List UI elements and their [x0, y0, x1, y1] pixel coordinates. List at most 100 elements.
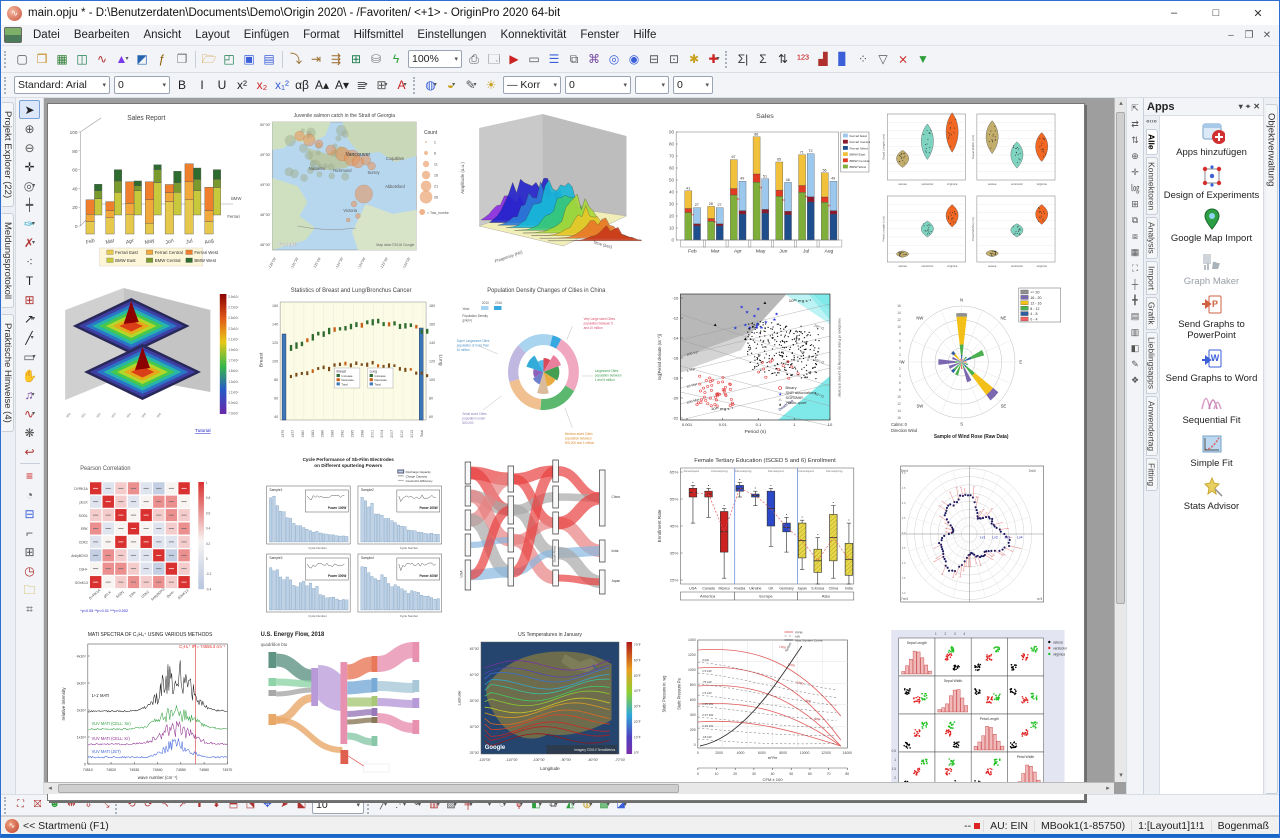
menu-einfügen[interactable]: Einfügen — [237, 27, 296, 43]
import-wizard-icon[interactable]: ⤵ — [286, 50, 306, 69]
app-item-graph-maker[interactable]: Graph Maker — [1162, 249, 1261, 288]
line-style-combo[interactable]: — Korr▾ — [503, 76, 561, 94]
folder-export-icon[interactable]: 🗀 — [19, 580, 40, 599]
worksheet-query-icon[interactable]: ⊟ — [644, 50, 664, 69]
increase-font-icon[interactable]: A▴ — [312, 76, 332, 95]
status-start-menu[interactable]: << Startmenü (F1) — [23, 820, 109, 832]
thumbnail-polar-dots[interactable]: Lv1Lv2Lv3Lv45π/43π/47π/4π/45.04.54.03.53… — [874, 452, 1069, 622]
insert-sparkline-icon[interactable]: ∿▾ — [19, 404, 40, 423]
status-active-layout[interactable]: 1:[Layout1]1!1 — [1131, 820, 1211, 832]
color-scale-icon[interactable]: ▥ — [1128, 324, 1143, 340]
menu-fenster[interactable]: Fenster — [573, 27, 626, 43]
new-project-icon[interactable]: ▢ — [12, 50, 32, 69]
histogram-icon[interactable]: ▊ — [833, 50, 853, 69]
app-item-simple-fit[interactable]: Simple Fit — [1162, 431, 1261, 470]
import-multiple-icon[interactable]: ⇶ — [326, 50, 346, 69]
project-explorer-icon[interactable]: ⌘ — [584, 50, 604, 69]
maximize-button[interactable]: □ — [1195, 1, 1237, 25]
new-graph-icon[interactable]: ∿ — [92, 50, 112, 69]
horizontal-scrollbar[interactable]: ◂▸ — [44, 782, 1114, 794]
font-color-icon[interactable]: A▾ — [392, 76, 412, 95]
recalculate-icon[interactable]: ϟ — [386, 50, 406, 69]
axis-settings-icon[interactable]: ⌐ — [19, 523, 40, 542]
matrix-browser-icon[interactable]: ⊡ — [664, 50, 684, 69]
pointer-tool-icon[interactable]: ➤ — [19, 100, 40, 119]
thumbnail-education-boxes[interactable]: Female Tertiary Education (ISCED 5 and 6… — [648, 452, 870, 622]
timer-icon[interactable]: ◷ — [19, 561, 40, 580]
thumbnail-sales-report-3d[interactable]: Sales Report020406080100FebMarAprMayJunJ… — [52, 108, 245, 278]
apps-tab-konnektoren[interactable]: Konnektoren — [1146, 157, 1158, 215]
thumbnail-surface-waterfall-3d[interactable]: Amplitude (a.u.)Frequency (Hz)Time (sec) — [453, 108, 644, 278]
thumbnail-volcano-surfaces[interactable]: 1E01E11E21E31E41E51E62.9x10²2.7x10²2.5x1… — [52, 280, 245, 450]
font-name-combo[interactable]: Standard: Arial▾ — [14, 76, 110, 94]
app-item-doe[interactable]: Design of Experiments — [1162, 163, 1261, 202]
apps-tab-fitting[interactable]: Fitting — [1146, 458, 1158, 491]
print-preview-icon[interactable]: 🗔 — [484, 50, 504, 69]
number-format-icon[interactable]: ¹²³ — [793, 50, 813, 69]
log-scale-icon[interactable]: ㏒ — [1128, 180, 1143, 196]
merge-icon[interactable]: ⊞▾ — [372, 76, 392, 95]
superscript-icon[interactable]: x² — [232, 76, 252, 95]
apps-tab-lieblingsapps[interactable]: Lieblingsapps — [1146, 332, 1158, 394]
rgb-lines-icon[interactable]: ≡ — [19, 466, 40, 485]
fill-color-icon[interactable]: ◍▾ — [421, 76, 441, 95]
insert-graph-icon[interactable]: ♫▾ — [19, 385, 40, 404]
subscript-icon[interactable]: x₂ — [252, 76, 272, 95]
data-reader-icon[interactable]: ┿ — [19, 195, 40, 214]
menu-bearbeiten[interactable]: Bearbeiten — [67, 27, 137, 43]
start-menu-icon[interactable]: ∿ — [5, 819, 19, 833]
tab-projekt-explorer[interactable]: Projekt Explorer (22) — [2, 102, 14, 207]
thumbnail-cycle-performance[interactable]: Cycle Performance of Sb-Film Electrodeso… — [249, 452, 448, 622]
decrease-font-icon[interactable]: A▾ — [332, 76, 352, 95]
import-ascii-icon[interactable]: ⇥ — [306, 50, 326, 69]
scatter-quick-icon[interactable]: ⁘ — [853, 50, 873, 69]
app-item-stats-advisor[interactable]: Stats Advisor — [1162, 474, 1261, 513]
tab-praktische-hinweise[interactable]: Praktische Hinweise (4) — [2, 314, 14, 432]
apps-tab-anwendertag[interactable]: Anwendertag — [1146, 396, 1158, 456]
vertical-scrollbar[interactable]: ▴▾ — [1114, 98, 1126, 782]
brightness-icon[interactable]: ☀ — [481, 76, 501, 95]
open-icon[interactable]: 🗁 — [199, 50, 219, 69]
pan-tool-icon[interactable]: ✛ — [19, 157, 40, 176]
sum-column-icon[interactable]: Σ| — [733, 50, 753, 69]
align-icon[interactable]: ≣▾ — [352, 76, 372, 95]
find-next-icon[interactable]: ◉ — [624, 50, 644, 69]
axis-dialog-icon[interactable]: ┼ — [1128, 276, 1143, 292]
new-function-icon[interactable]: ƒ — [152, 50, 172, 69]
toolbar-grip[interactable] — [725, 51, 730, 68]
menu-hilfsmittel[interactable]: Hilfsmittel — [347, 27, 411, 43]
thumbnail-alluvial-diagram[interactable]: USASouth AfricaChinaIndiaJapan — [453, 452, 644, 622]
rescale-x-icon[interactable]: ⇄ — [1128, 116, 1143, 132]
data-selector-icon[interactable]: ✑▾ — [19, 214, 40, 233]
print-icon[interactable]: ⎙ — [464, 50, 484, 69]
mask-points-icon[interactable]: ✗▾ — [19, 233, 40, 252]
mdi-minimize-button[interactable]: – — [1223, 30, 1239, 41]
apps-close-icon[interactable]: ✕ — [1253, 102, 1260, 112]
save-template-icon[interactable]: ▤ — [259, 50, 279, 69]
app-item-map-pin[interactable]: Google Map Import — [1162, 206, 1261, 245]
menu-format[interactable]: Format — [296, 27, 346, 43]
new-3d-graph-icon[interactable]: ▲▾ — [112, 50, 132, 69]
border-width-combo[interactable]: 0▾ — [673, 76, 713, 94]
layer-manager-icon[interactable]: ☰ — [544, 50, 564, 69]
status-autoupdate[interactable]: AU: EIN — [983, 820, 1034, 832]
new-matrix-icon[interactable]: ◩ — [132, 50, 152, 69]
style-icon[interactable]: ✎ — [1128, 356, 1143, 372]
menu-hilfe[interactable]: Hilfe — [626, 27, 663, 43]
screen-reader-icon[interactable]: ◎▾ — [19, 176, 40, 195]
sum-icon[interactable]: Σ — [753, 50, 773, 69]
extract-layer-icon[interactable]: ⧈ — [1128, 228, 1143, 244]
app-item-word[interactable]: WSend Graphs to Word — [1162, 346, 1261, 385]
zoom-axis-icon[interactable]: ⊕ — [1128, 148, 1143, 164]
zoom-level-combo[interactable]: 100%▾ — [408, 50, 462, 68]
underline-icon[interactable]: U — [212, 76, 232, 95]
filter-remove-icon[interactable]: ⨯ — [893, 50, 913, 69]
tab-objektverwaltung[interactable]: Objektverwaltung — [1266, 104, 1278, 794]
app-item-powerpoint[interactable]: PSend Graphs to PowerPoint — [1162, 292, 1261, 342]
layer-arrange-icon[interactable]: ▦ — [1128, 244, 1143, 260]
thumbnail-violin-matrix[interactable]: setosaversicolorvirginicaSepal Length (c… — [874, 108, 1069, 278]
status-active-book[interactable]: MBook1(1-85750) — [1034, 820, 1131, 832]
grid-settings-icon[interactable]: ⊞ — [19, 542, 40, 561]
menu-layout[interactable]: Layout — [188, 27, 237, 43]
add-app-icon[interactable]: ✚▾ — [704, 50, 724, 69]
